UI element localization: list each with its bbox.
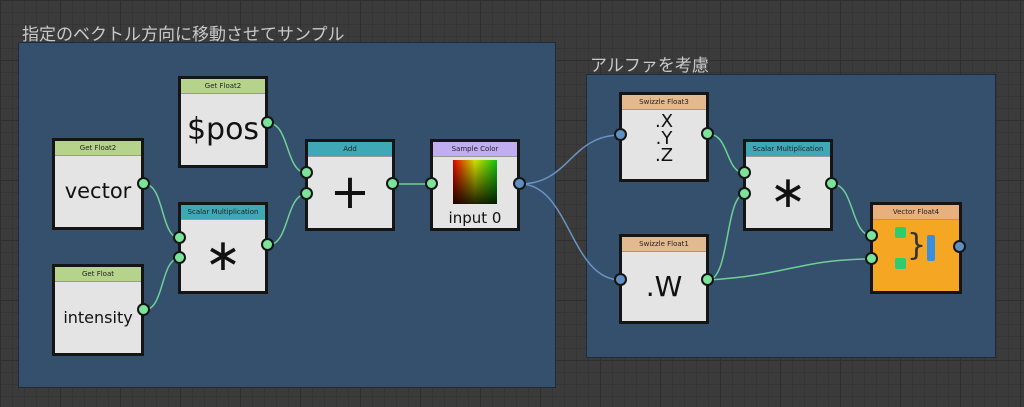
multiply-symbol: ∗ [769, 166, 807, 218]
node-header: Add [308, 142, 392, 157]
wire-mult2-to-vec4 [831, 183, 874, 237]
swizzle-float3-node[interactable]: Swizzle Float3 .X .Y .Z [619, 92, 709, 182]
sample-input-port[interactable] [425, 177, 438, 190]
wire-swz1-to-mult2 [707, 193, 746, 281]
swz1-input-port[interactable] [614, 273, 627, 286]
node-header: Vector Float4 [873, 205, 959, 220]
get-float2-vector-node[interactable]: Get Float2 vector [52, 138, 144, 230]
vec4-output-port[interactable] [953, 240, 966, 253]
sample-color-node[interactable]: Sample Color input 0 [430, 139, 520, 231]
wire-sample-to-swz1 [519, 183, 622, 281]
wire-pos-to-add [267, 122, 308, 174]
node-value: input 0 [448, 209, 502, 227]
sample-output-port[interactable] [513, 177, 526, 190]
mult2-input-a[interactable] [738, 166, 751, 179]
node-header: Sample Color [433, 142, 517, 157]
component-z: .Z [654, 145, 674, 166]
swz1-output-port[interactable] [701, 273, 714, 286]
node-value: .W [645, 269, 683, 303]
node-header: Scalar Multiplication [746, 142, 830, 157]
get-float2-pos-node[interactable]: Get Float2 $pos [178, 76, 268, 168]
color-preview-thumbnail [453, 160, 497, 204]
wire-vector-to-mult [143, 183, 181, 239]
plus-symbol: + [329, 164, 371, 220]
vector-output-port[interactable] [137, 177, 150, 190]
node-header: Get Float2 [181, 79, 265, 94]
add-input-a[interactable] [300, 166, 313, 179]
swizzle-float1-node[interactable]: Swizzle Float1 .W [619, 234, 709, 324]
swz3-input-port[interactable] [614, 128, 627, 141]
wire-intensity-to-mult [143, 257, 181, 311]
node-header: Get Float [55, 267, 141, 282]
swizzle-components: .X .Y .Z [622, 113, 706, 166]
wire-sample-to-swz3 [519, 134, 622, 185]
pos-output-port[interactable] [261, 116, 274, 129]
node-value: intensity [63, 307, 133, 327]
mult1-output-port[interactable] [261, 238, 274, 251]
vec4-input-w[interactable] [865, 252, 878, 265]
intensity-output-port[interactable] [137, 303, 150, 316]
mult2-input-b[interactable] [738, 187, 751, 200]
multiply-symbol: ∗ [204, 229, 242, 281]
add-input-b[interactable] [300, 187, 313, 200]
vector-float4-node[interactable]: Vector Float4 } [870, 202, 962, 294]
wire-swz1-to-vec4 [707, 258, 874, 281]
get-float-intensity-node[interactable]: Get Float intensity [52, 264, 144, 356]
node-value: vector [64, 179, 132, 203]
node-header: Scalar Multiplication [181, 205, 265, 220]
node-header: Swizzle Float3 [622, 95, 706, 110]
mult1-input-b[interactable] [173, 251, 186, 264]
add-node[interactable]: Add + [305, 139, 395, 231]
node-header: Get Float2 [55, 141, 141, 156]
vec4-input-xyz[interactable] [865, 229, 878, 242]
node-header: Swizzle Float1 [622, 237, 706, 252]
add-output-port[interactable] [386, 177, 399, 190]
node-value: $pos [186, 111, 260, 147]
scalar-multiplication-node-2[interactable]: Scalar Multiplication ∗ [743, 139, 833, 231]
vector-compose-icon: } [895, 225, 943, 273]
wire-mult-to-add [267, 193, 308, 246]
swz3-output-port[interactable] [701, 127, 714, 140]
scalar-multiplication-node-1[interactable]: Scalar Multiplication ∗ [178, 202, 268, 294]
mult2-output-port[interactable] [825, 177, 838, 190]
mult1-input-a[interactable] [173, 231, 186, 244]
